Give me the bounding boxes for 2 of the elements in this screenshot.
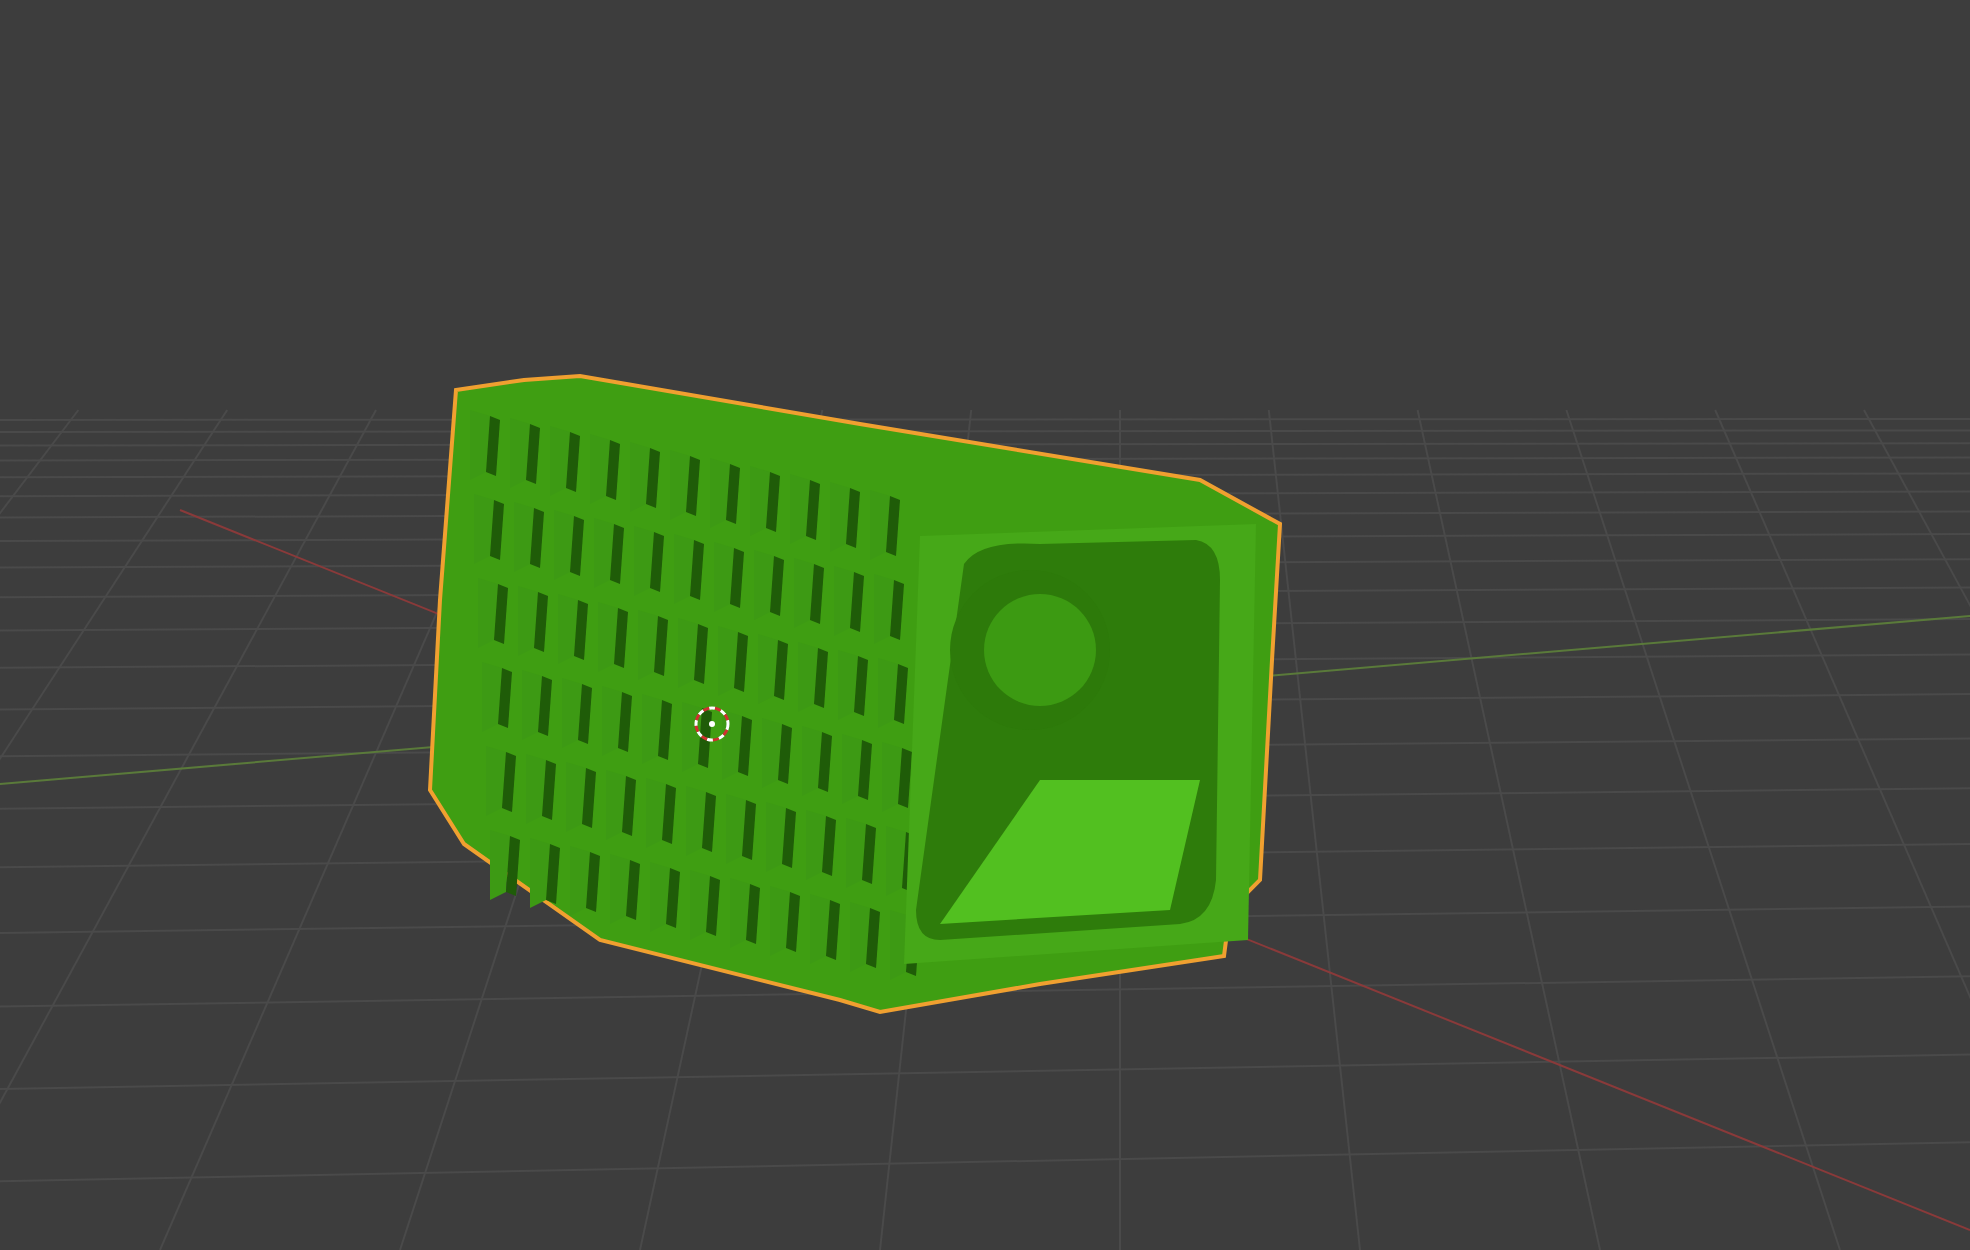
3d-cursor-icon[interactable] bbox=[694, 706, 730, 742]
ridged-block-model-drawing[interactable] bbox=[427, 374, 1283, 1015]
